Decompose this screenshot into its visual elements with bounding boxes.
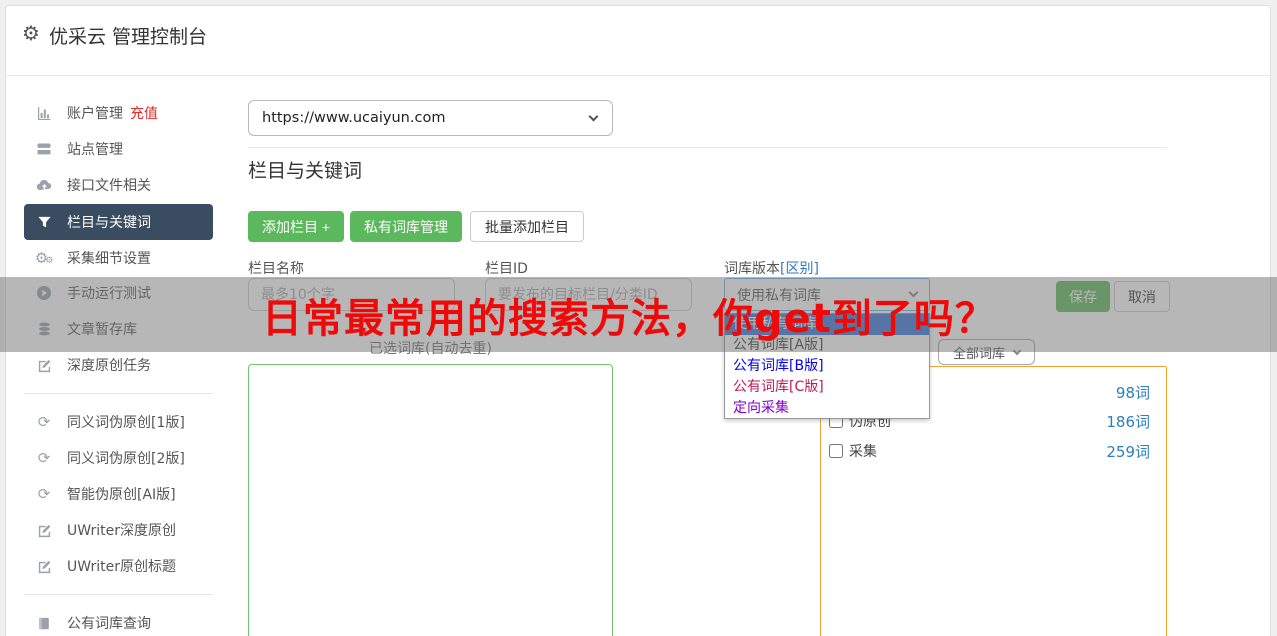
lexicon-version-label: 词库版本[区别]	[724, 261, 819, 277]
dropdown-option-public-c[interactable]: 公有词库[C版]	[725, 377, 929, 398]
sidebar-divider	[24, 594, 213, 595]
sidebar-item-interface-files[interactable]: 接口文件相关	[24, 167, 213, 203]
column-id-label: 栏目ID	[485, 261, 528, 277]
sidebar-item-label: 采集细节设置	[67, 251, 151, 267]
sidebar-item-synonym-v2[interactable]: ⟳ 同义词伪原创[2版]	[24, 440, 213, 476]
sync-icon: ⟳	[37, 485, 51, 503]
app-title: 优采云 管理控制台	[49, 26, 208, 48]
server-icon	[33, 141, 55, 157]
sidebar-item-label: UWriter原创标题	[67, 559, 176, 575]
page-title: 栏目与关键词	[248, 160, 363, 182]
chevron-down-icon	[588, 111, 599, 121]
sidebar-item-collect-settings[interactable]: ⚙ ⚙ 采集细节设置	[24, 240, 213, 276]
sidebar-item-ai-rewrite[interactable]: ⟳ 智能伪原创[AI版]	[24, 476, 213, 512]
sidebar-item-label: 栏目与关键词	[67, 215, 151, 231]
book-icon	[33, 616, 55, 631]
content-divider	[248, 147, 1167, 148]
sidebar-item-label: UWriter深度原创	[67, 523, 176, 539]
lexicon-row-count: 186词	[1106, 412, 1150, 431]
edit-icon	[33, 358, 55, 373]
edit-icon	[33, 559, 55, 574]
site-url-value: https://www.ucaiyun.com	[262, 110, 446, 126]
header-divider	[5, 75, 1271, 76]
gears-icon: ⚙ ⚙	[34, 249, 54, 267]
lexicon-row: 采集 259词	[821, 442, 1166, 461]
sync-icon: ⟳	[37, 449, 51, 467]
lexicon-row-count: 98词	[1115, 383, 1150, 402]
lexicon-row-checkbox[interactable]	[829, 444, 843, 458]
private-lexicon-button[interactable]: 私有词库管理	[350, 211, 462, 242]
version-diff-link[interactable]: [区别]	[780, 261, 819, 277]
sidebar-item-label: 同义词伪原创[1版]	[67, 415, 185, 431]
lexicon-row-count: 259词	[1106, 442, 1150, 461]
sidebar-item-deep-original-task[interactable]: 深度原创任务	[24, 347, 213, 383]
sidebar-item-account[interactable]: 账户管理 充值	[24, 95, 213, 131]
add-column-button[interactable]: 添加栏目 +	[248, 211, 345, 242]
promo-overlay-band: 日常最常用的搜索方法，你get到了吗？	[0, 277, 1277, 352]
sync-icon: ⟳	[37, 413, 51, 431]
batch-add-button[interactable]: 批量添加栏目	[470, 211, 584, 242]
sidebar-item-sites[interactable]: 站点管理	[24, 131, 213, 167]
site-url-select[interactable]: https://www.ucaiyun.com	[248, 100, 613, 136]
sidebar-divider	[24, 393, 213, 394]
dropdown-option-directed-collect[interactable]: 定向采集	[725, 398, 929, 419]
sidebar-item-label: 公有词库查询	[67, 616, 151, 632]
app-header: ⚙ 优采云 管理控制台	[0, 0, 1277, 75]
sidebar-item-columns-keywords[interactable]: 栏目与关键词	[24, 204, 213, 240]
recharge-badge[interactable]: 充值	[130, 103, 158, 123]
sidebar-item-label: 同义词伪原创[2版]	[67, 451, 185, 467]
sidebar-item-label: 账户管理	[67, 106, 123, 122]
sidebar-item-uwriter-deep[interactable]: UWriter深度原创	[24, 512, 213, 548]
cloud-upload-icon	[33, 177, 55, 193]
app-window: ⚙ 优采云 管理控制台 账户管理 充值 站点管理 接口文件相关 栏目与关键词 ⚙…	[0, 0, 1277, 636]
sidebar-item-label: 深度原创任务	[67, 358, 151, 374]
dropdown-option-public-b[interactable]: 公有词库[B版]	[725, 356, 929, 377]
promo-overlay-text: 日常最常用的搜索方法，你get到了吗？	[262, 295, 996, 342]
column-name-label: 栏目名称	[248, 261, 304, 277]
sidebar-item-uwriter-title[interactable]: UWriter原创标题	[24, 548, 213, 584]
bar-chart-icon	[33, 105, 55, 121]
selected-lexicon-textarea[interactable]	[248, 364, 613, 636]
sidebar-item-label: 智能伪原创[AI版]	[67, 487, 176, 503]
sidebar-item-public-lexicon-query[interactable]: 公有词库查询	[24, 605, 213, 636]
funnel-icon	[33, 215, 55, 230]
lexicon-row-label: 采集	[849, 444, 877, 460]
sidebar-item-synonym-v1[interactable]: ⟳ 同义词伪原创[1版]	[24, 404, 213, 440]
gear-logo-icon: ⚙	[22, 21, 40, 45]
edit-icon	[33, 523, 55, 538]
sidebar-item-label: 站点管理	[67, 142, 123, 158]
sidebar-item-label: 接口文件相关	[67, 178, 151, 194]
